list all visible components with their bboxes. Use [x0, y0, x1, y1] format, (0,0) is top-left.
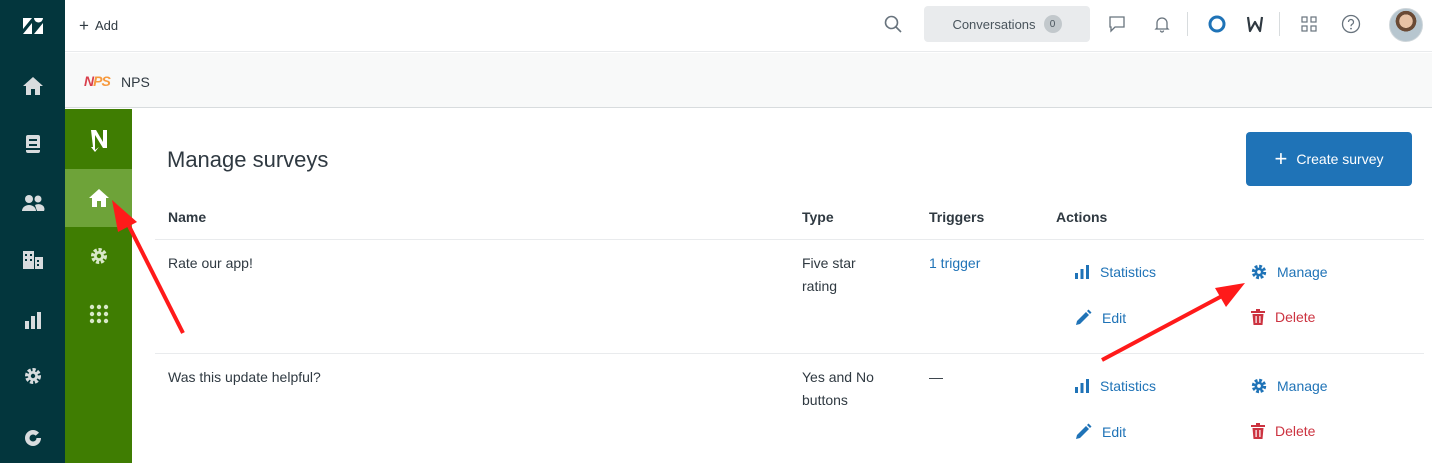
column-header-name: Name	[168, 209, 207, 225]
create-survey-label: Create survey	[1296, 151, 1384, 167]
table-divider	[155, 239, 1424, 240]
app-nav-home[interactable]	[65, 169, 132, 227]
table-divider	[155, 353, 1424, 354]
page-title: Manage surveys	[167, 147, 329, 172]
conversations-label: Conversations	[952, 16, 1036, 32]
chat-icon[interactable]	[1105, 12, 1129, 36]
column-header-type: Type	[802, 209, 834, 225]
trash-icon	[1251, 309, 1265, 325]
statistics-button[interactable]: Statistics	[1074, 378, 1156, 394]
edit-button[interactable]: Edit	[1074, 423, 1126, 441]
zendesk-logo-icon[interactable]	[0, 6, 65, 46]
topbar-divider	[1187, 12, 1188, 36]
pencil-icon	[1076, 423, 1092, 439]
survey-name: Was this update helpful?	[168, 369, 321, 385]
notifications-bell-icon[interactable]	[1150, 12, 1174, 36]
manage-button[interactable]: Manage	[1251, 378, 1328, 394]
topbar-divider	[1279, 12, 1280, 36]
add-button[interactable]: + Add	[79, 15, 118, 35]
top-bar: + Add Conversations 0	[65, 0, 1432, 52]
admin-gear-icon[interactable]	[0, 356, 65, 396]
conversations-count-badge: 0	[1043, 15, 1062, 33]
gear-icon	[1251, 264, 1267, 280]
bar-chart-icon	[1075, 379, 1089, 393]
explore-icon[interactable]	[0, 418, 65, 458]
search-icon[interactable]	[881, 12, 905, 36]
delete-button[interactable]: Delete	[1251, 423, 1315, 439]
apps-grid-icon	[89, 304, 108, 324]
app-root: + Add Conversations 0 NPS NPS Manage sur…	[0, 0, 1432, 463]
reporting-icon[interactable]	[0, 300, 65, 340]
statistics-button[interactable]: Statistics	[1074, 264, 1156, 280]
global-nav	[0, 0, 65, 463]
settings-gear-icon	[90, 248, 107, 264]
organizations-icon[interactable]	[0, 240, 65, 280]
app-name: NPS	[121, 74, 150, 90]
status-ring-icon[interactable]	[1205, 12, 1229, 36]
plus-icon: +	[79, 15, 89, 35]
app-logo-icon[interactable]	[65, 111, 132, 169]
delete-button[interactable]: Delete	[1251, 309, 1315, 325]
survey-type: Yes and No buttons	[802, 369, 874, 408]
app-nav	[65, 109, 132, 463]
products-grid-icon[interactable]	[1297, 12, 1321, 36]
bar-chart-icon	[1075, 265, 1089, 279]
app-nav-settings[interactable]	[65, 227, 132, 285]
add-button-label: Add	[94, 17, 119, 33]
survey-triggers: —	[929, 369, 943, 385]
survey-type: Five star rating	[802, 255, 856, 294]
customers-icon[interactable]	[0, 183, 65, 223]
plus-icon: +	[1274, 146, 1288, 171]
main-content: Manage surveys + Create survey Name Type…	[132, 109, 1432, 463]
survey-name: Rate our app!	[168, 255, 253, 271]
conversations-button[interactable]: Conversations 0	[924, 6, 1090, 42]
help-icon[interactable]	[1339, 12, 1363, 36]
home-icon	[88, 189, 109, 207]
edit-button[interactable]: Edit	[1074, 309, 1126, 327]
pencil-icon	[1076, 309, 1092, 325]
create-survey-button[interactable]: + Create survey	[1246, 132, 1412, 186]
avatar[interactable]	[1389, 8, 1423, 42]
column-header-triggers: Triggers	[929, 209, 985, 225]
trash-icon	[1251, 423, 1265, 439]
app-header-bar: NPS NPS	[65, 53, 1432, 108]
views-icon[interactable]	[0, 124, 65, 164]
gear-icon	[1251, 378, 1267, 394]
app-nav-apps[interactable]	[65, 285, 132, 343]
manage-button[interactable]: Manage	[1251, 264, 1328, 280]
column-header-actions: Actions	[1056, 209, 1108, 225]
app-w-icon[interactable]	[1243, 12, 1267, 36]
home-icon[interactable]	[0, 66, 65, 106]
nps-logo: NPS	[84, 73, 111, 89]
survey-triggers-link[interactable]: 1 trigger	[929, 252, 980, 275]
